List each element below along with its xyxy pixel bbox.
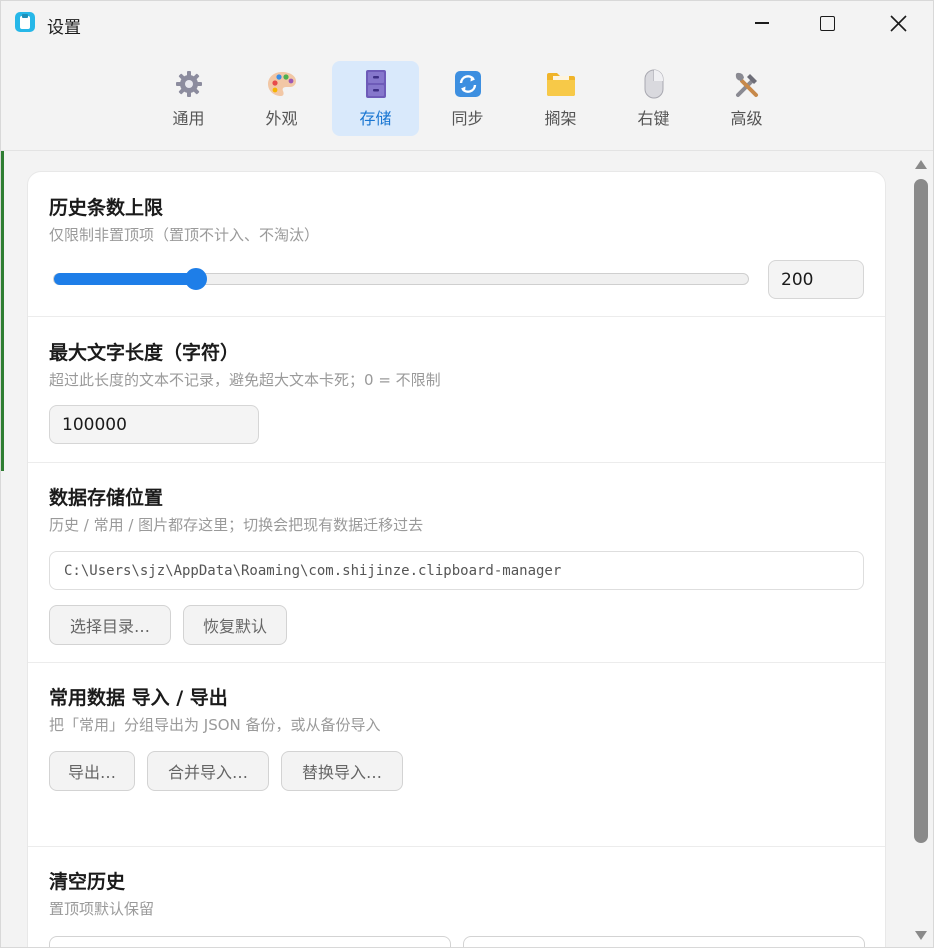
maximize-button[interactable] xyxy=(804,1,850,45)
clear-history-button[interactable] xyxy=(49,936,451,947)
favorites-io-section: 常用数据 导入 / 导出 把「常用」分组导出为 JSON 备份，或从备份导入 导… xyxy=(28,663,885,847)
palette-icon xyxy=(267,69,297,99)
history-limit-input[interactable]: 200 xyxy=(768,260,864,299)
folder-icon xyxy=(546,69,576,99)
scroll-down-button[interactable] xyxy=(912,928,930,942)
merge-import-button[interactable]: 合并导入… xyxy=(147,751,269,791)
tab-storage[interactable]: 存储 xyxy=(332,61,419,136)
clear-history-title: 清空历史 xyxy=(49,871,126,893)
title-bar[interactable]: 设置 xyxy=(1,1,933,45)
storage-location-section: 数据存储位置 历史 / 常用 / 图片都存这里；切换会把现有数据迁移过去 C:\… xyxy=(28,463,885,663)
favorites-io-desc: 把「常用」分组导出为 JSON 备份，或从备份导入 xyxy=(49,716,381,734)
history-limit-slider[interactable] xyxy=(53,268,749,290)
tools-icon xyxy=(732,69,762,99)
tab-label: 外观 xyxy=(265,109,298,128)
tab-shelf[interactable]: 搁架 xyxy=(517,61,604,136)
tab-label: 右键 xyxy=(637,109,670,128)
favorites-io-title: 常用数据 导入 / 导出 xyxy=(49,687,228,709)
max-text-section: 最大文字长度（字符） 超过此长度的文本不记录，避免超大文本卡死；0 = 不限制 … xyxy=(28,317,885,463)
export-button[interactable]: 导出… xyxy=(49,751,135,791)
tab-general[interactable]: 通用 xyxy=(145,61,232,136)
vertical-scrollbar-thumb[interactable] xyxy=(914,179,928,843)
tab-label: 高级 xyxy=(730,109,763,128)
history-limit-section: 历史条数上限 仅限制非置顶项（置顶不计入、不淘汰） 200 xyxy=(28,172,885,317)
replace-import-button[interactable]: 替换导入… xyxy=(281,751,403,791)
settings-tab-bar: 通用 外观 存储 同步 搁架 右键 高级 xyxy=(1,45,933,151)
tab-label: 同步 xyxy=(451,109,484,128)
scroll-up-button[interactable] xyxy=(912,157,930,171)
clipboard-icon xyxy=(15,12,35,32)
tab-sync[interactable]: 同步 xyxy=(424,61,511,136)
clear-all-button[interactable] xyxy=(463,936,865,947)
max-text-title: 最大文字长度（字符） xyxy=(49,342,240,364)
storage-location-desc: 历史 / 常用 / 图片都存这里；切换会把现有数据迁移过去 xyxy=(49,516,424,534)
max-text-input[interactable]: 100000 xyxy=(49,405,259,444)
window-title: 设置 xyxy=(47,18,81,38)
storage-settings-panel: 历史条数上限 仅限制非置顶项（置顶不计入、不淘汰） 200 最大文字长度（字符）… xyxy=(27,171,886,947)
close-button[interactable] xyxy=(875,1,921,45)
tab-advanced[interactable]: 高级 xyxy=(703,61,790,136)
background-window-edge xyxy=(1,151,4,471)
minimize-button[interactable] xyxy=(739,1,785,45)
tab-appearance[interactable]: 外观 xyxy=(238,61,325,136)
history-limit-title: 历史条数上限 xyxy=(49,197,164,219)
storage-path-field[interactable]: C:\Users\sjz\AppData\Roaming\com.shijinz… xyxy=(49,551,864,590)
storage-location-title: 数据存储位置 xyxy=(49,487,164,509)
storage-cabinet-icon xyxy=(361,69,391,99)
arrow-up-icon xyxy=(915,159,927,169)
history-limit-desc: 仅限制非置顶项（置顶不计入、不淘汰） xyxy=(49,226,320,244)
tab-label: 通用 xyxy=(172,109,205,128)
mouse-icon xyxy=(639,69,669,99)
choose-directory-button[interactable]: 选择目录… xyxy=(49,605,171,645)
restore-default-button[interactable]: 恢复默认 xyxy=(183,605,287,645)
sync-icon xyxy=(453,69,483,99)
max-text-desc: 超过此长度的文本不记录，避免超大文本卡死；0 = 不限制 xyxy=(49,371,441,389)
clear-history-section: 清空历史 置顶项默认保留 xyxy=(28,847,885,947)
maximize-icon xyxy=(819,15,835,31)
tab-context-menu[interactable]: 右键 xyxy=(610,61,697,136)
settings-window: 设置 通用 外观 存储 同步 搁架 右键 高级 历史条数上限 仅限制非置顶项（置… xyxy=(0,0,934,948)
minimize-icon xyxy=(755,22,769,24)
clear-history-desc: 置顶项默认保留 xyxy=(49,900,155,918)
slider-fill xyxy=(54,273,197,285)
tab-label: 搁架 xyxy=(544,109,577,128)
slider-thumb[interactable] xyxy=(185,268,208,290)
arrow-down-icon xyxy=(915,930,927,940)
gear-icon xyxy=(174,69,204,99)
tab-label: 存储 xyxy=(359,109,392,128)
close-icon xyxy=(889,14,907,32)
